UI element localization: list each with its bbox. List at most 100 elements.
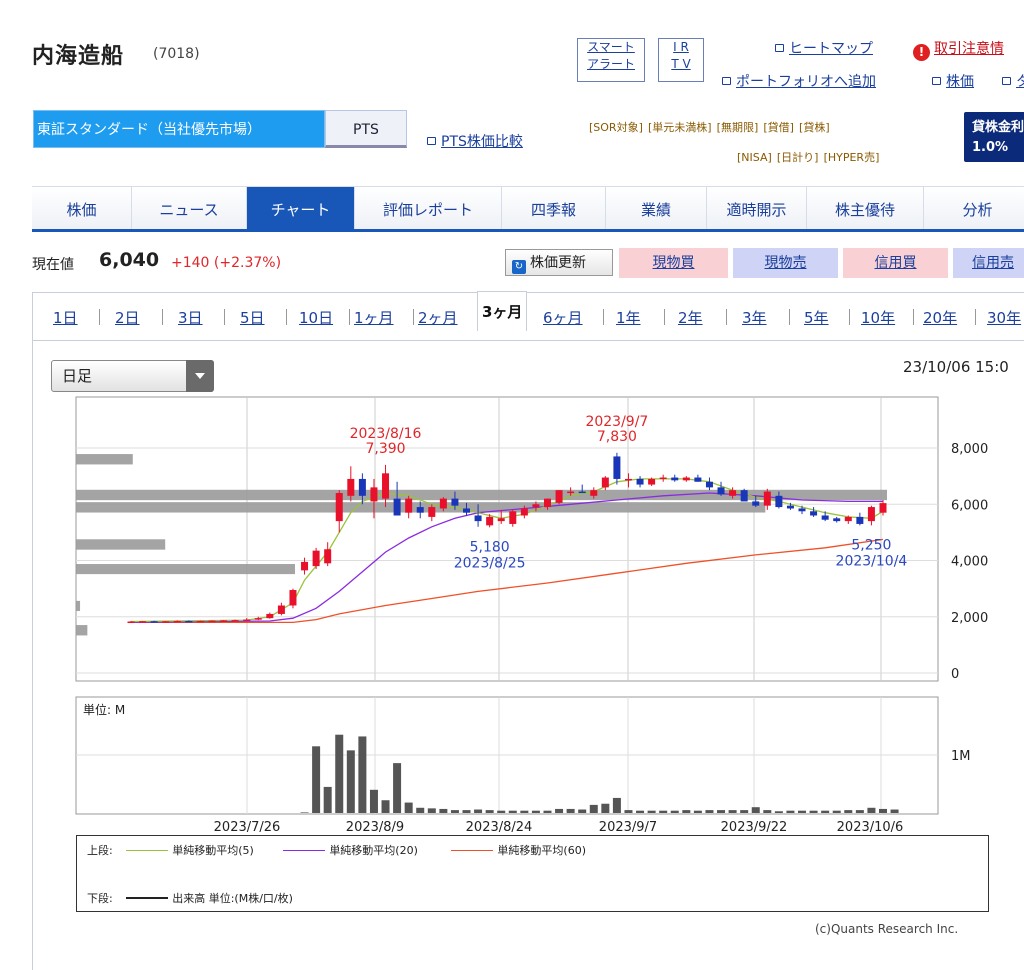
tab-news[interactable]: ニュース <box>132 187 247 229</box>
tab-shikiho[interactable]: 四季報 <box>502 187 606 229</box>
window-icon <box>427 137 436 145</box>
period-separator <box>849 309 850 325</box>
period-separator <box>413 309 414 325</box>
period-separator <box>603 309 604 325</box>
copyright: (c)Quants Research Inc. <box>815 922 959 936</box>
period-separator <box>726 309 727 325</box>
lending-rate-badge[interactable]: 貸株金利 1.0% <box>964 112 1024 162</box>
sell-spot-button[interactable]: 現物売 <box>733 248 838 278</box>
stock-code: (7018) <box>153 46 200 62</box>
market-tab-primary[interactable]: 東証スタンダード（当社優先市場） <box>33 110 325 148</box>
refresh-button[interactable]: ↻ 株価更新 <box>505 249 613 276</box>
trade-tags-row1: [SOR対象] [単元未満株] [無期限] [貸借] [貸株] <box>589 116 830 135</box>
period-10d[interactable]: 10日 <box>299 307 333 328</box>
price-change: +140 (+2.37%) <box>171 255 281 271</box>
period-separator <box>286 309 287 325</box>
pts-compare-label: PTS株価比較 <box>441 134 523 150</box>
tab-yutai[interactable]: 株主優待 <box>807 187 924 229</box>
window-icon <box>932 77 941 85</box>
tag-kashikabu: [貸株] <box>799 121 830 134</box>
period-10y[interactable]: 10年 <box>861 307 895 328</box>
tv-label: T V <box>671 57 691 71</box>
stock-title: 内海造船 <box>32 44 125 69</box>
tag-hyper: [HYPER売] <box>823 151 880 164</box>
window-icon <box>775 44 784 52</box>
period-1y[interactable]: 1年 <box>616 307 641 328</box>
main-tabs: 株価 ニュース チャート 評価レポート 四季報 業績 適時開示 株主優待 分析 <box>32 186 1024 232</box>
caution-label: 取引注意情 <box>934 41 1004 57</box>
kabuka-label: 株価 <box>946 74 974 90</box>
tab-analysis[interactable]: 分析 <box>924 187 1024 229</box>
period-separator <box>913 309 914 325</box>
period-3m[interactable]: 3ヶ月 <box>477 291 528 331</box>
smart-alert-button[interactable]: スマート アラート <box>577 38 645 82</box>
period-5d[interactable]: 5日 <box>240 307 265 328</box>
interval-select[interactable]: 日足 <box>51 360 214 392</box>
caution-link[interactable]: ! 取引注意情 <box>913 38 1004 61</box>
chart-timestamp: 23/10/06 15:0 <box>903 358 1009 376</box>
tag-nisa: [NISA] <box>737 151 772 164</box>
legend-ma20-swatch <box>283 850 326 851</box>
portfolio-link[interactable]: ポートフォリオへ追加 <box>722 71 876 91</box>
portfolio-icon <box>722 77 731 85</box>
period-3d[interactable]: 3日 <box>178 307 203 328</box>
chevron-down-icon <box>186 360 214 392</box>
legend-lower-label: 下段: <box>87 892 113 905</box>
trade-tags-row2: [NISA] [日計り] [HYPER売] <box>737 146 879 165</box>
period-1d[interactable]: 1日 <box>53 307 78 328</box>
period-20y[interactable]: 20年 <box>923 307 957 328</box>
period-separator <box>975 309 976 325</box>
tag-tangen: [単元未満株] <box>647 121 712 134</box>
period-5y[interactable]: 5年 <box>804 307 829 328</box>
legend-upper-row: 上段: 単純移動平均(5) 単純移動平均(20) 単純移動平均(60) <box>87 842 586 858</box>
lending-label: 貸株金利 <box>972 120 1024 135</box>
more-link[interactable]: タ <box>1002 71 1024 91</box>
legend-lower-row: 下段: 出来高 単位:(M株/口/枚) <box>87 890 293 906</box>
buy-spot-button[interactable]: 現物買 <box>619 248 728 278</box>
tab-chart[interactable]: チャート <box>247 187 355 229</box>
lending-rate: 1.0% <box>972 140 1009 155</box>
period-separator <box>224 309 225 325</box>
tag-taishaku: [貸借] <box>763 121 794 134</box>
refresh-label: 株価更新 <box>530 255 586 271</box>
period-30y[interactable]: 30年 <box>987 307 1021 328</box>
period-separator <box>99 309 100 325</box>
kabuka-link[interactable]: 株価 <box>932 71 974 91</box>
buy-margin-button[interactable]: 信用買 <box>843 248 948 278</box>
ir-tv-button[interactable]: I R T V <box>658 38 704 82</box>
period-2m[interactable]: 2ヶ月 <box>418 307 458 328</box>
change-value: +140 <box>171 255 210 271</box>
change-percent: (+2.37%) <box>213 255 282 271</box>
interval-select-value: 日足 <box>62 367 93 385</box>
legend-volume: 出来高 単位:(M株/口/枚) <box>172 892 293 905</box>
refresh-icon: ↻ <box>512 260 526 274</box>
more-label: タ <box>1016 74 1024 90</box>
legend-ma5: 単純移動平均(5) <box>172 844 254 857</box>
window-icon <box>1002 77 1011 85</box>
tab-report[interactable]: 評価レポート <box>355 187 502 229</box>
sell-margin-button[interactable]: 信用売 <box>953 248 1024 278</box>
pts-compare-link[interactable]: PTS株価比較 <box>427 131 523 151</box>
legend-ma60: 単純移動平均(60) <box>497 844 586 857</box>
legend-volume-swatch <box>126 897 169 899</box>
tab-gyoseki[interactable]: 業績 <box>606 187 707 229</box>
heatmap-link[interactable]: ヒートマップ <box>775 38 873 58</box>
period-1m[interactable]: 1ヶ月 <box>354 307 394 328</box>
period-selector: 1日 2日 3日 5日 10日 1ヶ月 2ヶ月 3ヶ月 6ヶ月 1年 2年 3年… <box>32 291 1024 342</box>
tag-mukigen: [無期限] <box>716 121 759 134</box>
period-2y[interactable]: 2年 <box>678 307 703 328</box>
period-2d[interactable]: 2日 <box>115 307 140 328</box>
tab-disclosure[interactable]: 適時開示 <box>707 187 807 229</box>
period-3y[interactable]: 3年 <box>742 307 767 328</box>
tag-nikkeiri: [日計り] <box>776 151 819 164</box>
tab-kabuka[interactable]: 株価 <box>32 187 132 229</box>
warning-icon: ! <box>913 44 930 61</box>
legend-ma5-swatch <box>126 850 169 851</box>
period-separator <box>349 309 350 325</box>
smart-alert-line2: アラート <box>586 57 635 71</box>
heatmap-label: ヒートマップ <box>789 41 873 57</box>
period-separator <box>162 309 163 325</box>
smart-alert-line1: スマート <box>587 40 635 54</box>
market-tab-pts[interactable]: PTS <box>325 110 407 148</box>
period-6m[interactable]: 6ヶ月 <box>543 307 583 328</box>
